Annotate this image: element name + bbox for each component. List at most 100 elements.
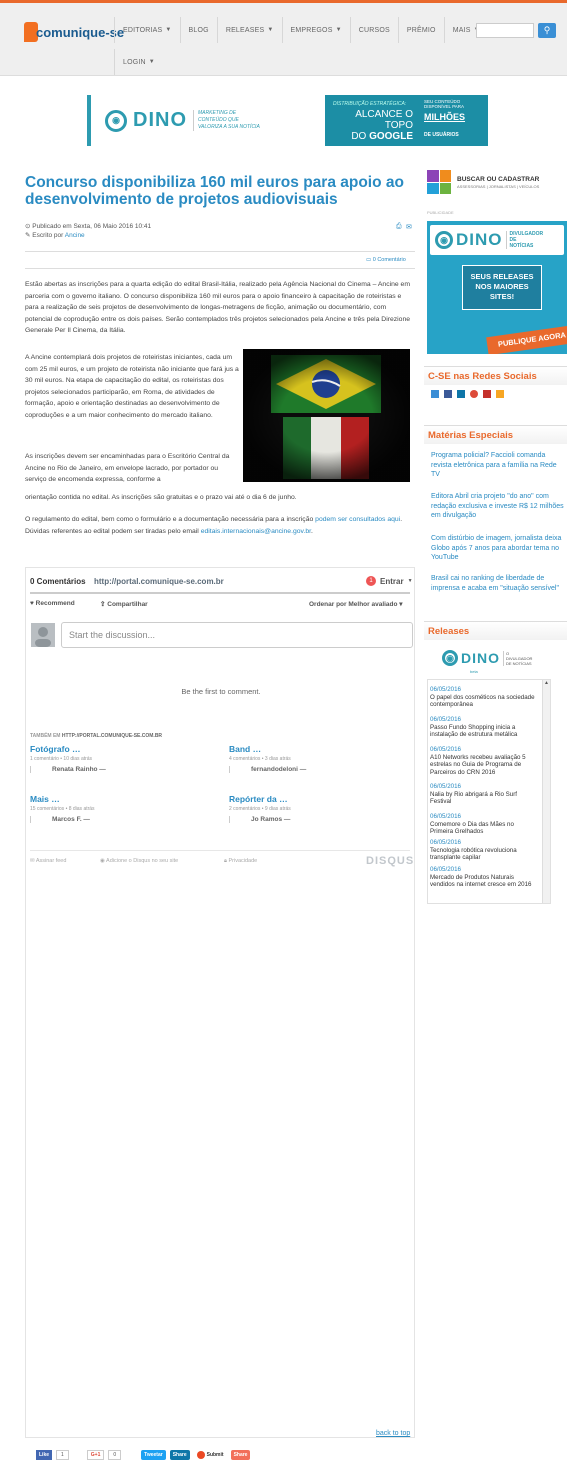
consult-link[interactable]: podem ser consultados aqui [315,516,400,523]
social-section-title: C-SE nas Redes Sociais [424,366,567,385]
divider [30,850,410,851]
share-button[interactable]: ⇪ Compartilhar [100,600,148,608]
dino-banner-ad[interactable]: ◉ DINO MARKETING DE CONTEÚDO QUE VALORIZ… [87,95,488,146]
scroll-up-icon[interactable]: ▲ [543,680,550,686]
heart-icon: ♥ [30,600,34,607]
dino-logo-icon: ◉ [105,109,127,132]
googleplus-icon[interactable] [470,390,478,398]
rss-icon[interactable] [496,390,504,398]
comments-count-link[interactable]: ▭ 0 Comentário [366,257,406,263]
email-link[interactable]: editais.internacionais@ancine.gov.br [201,528,311,535]
linkedin-icon[interactable] [457,390,465,398]
search-button[interactable]: ⚲ [538,23,556,38]
comment-input[interactable]: Start the discussion... [61,622,413,648]
envelope-icon: ✉ [30,858,35,864]
special-item[interactable]: Com distúrbio de imagem, jornalista deix… [431,534,567,563]
nav-editorias[interactable]: EDITORIAS ▼ [114,17,180,43]
tweet-button[interactable]: Tweetar [141,1450,166,1460]
banner-right-small: SEU CONTEÚDO DISPONÍVEL PARA [424,99,465,109]
beta-label: beta [470,669,478,674]
youtube-icon[interactable] [483,390,491,398]
discussion-item[interactable]: Mais … 15 comentários • 8 dias atrás Mar… [30,794,95,823]
dino-logo-icon: ◉ [442,650,458,666]
stumbleupon-icon [196,1451,205,1459]
ad-label: PUBLICIDADE [427,210,454,215]
releases-section-title: Releases [424,621,567,640]
release-item[interactable]: 06/05/2016 Mercado de Produtos Naturais v… [430,866,537,889]
ad-screen: SEUS RELEASES NOS MAIORES SITES! [462,265,542,310]
email-icon[interactable]: ✉ [406,223,412,231]
social-icons [431,390,504,398]
banner-small-text: DISTRIBUIÇÃO ESTRATÉGICA: [333,101,407,107]
author-line: ✎ Escrito por Ancine [25,232,85,239]
sort-dropdown[interactable]: Ordenar por Melhor avaliado ▾ [309,600,403,608]
top-navbar: comunique-se EDITORIAS ▼ BLOG RELEASES ▼ E… [0,0,567,76]
facebook-icon[interactable] [444,390,452,398]
nav-releases[interactable]: RELEASES ▼ [216,17,282,43]
search-register-title: BUSCAR OU CADASTRAR [457,175,540,183]
share-button[interactable]: Share [230,1450,251,1460]
releases-dino-logo[interactable]: ◉ DINO O DIVULGADOR DE NOTÍCIAS [442,650,533,666]
disqus-icon: ◉ [100,858,105,864]
nav-login[interactable]: LOGIN ▼ [114,49,163,75]
nav-blog[interactable]: BLOG [179,17,217,43]
release-item[interactable]: 06/05/2016 A10 Networks recebeu avaliação… [430,746,537,776]
search-input[interactable] [476,23,534,38]
facebook-like-button[interactable]: Like [36,1450,53,1460]
avatar [31,623,55,647]
disqus-comments: 0 Comentários http://portal.comunique-se… [25,567,415,1438]
scrollbar[interactable]: ▲ [542,680,550,903]
divider [25,251,415,252]
stumble-submit-button[interactable]: Submit [193,1450,227,1460]
search-register-widget[interactable]: BUSCAR OU CADASTRAR ASSESSORIAS | JORNAL… [427,168,567,196]
linkedin-share-button[interactable]: Share [169,1450,190,1460]
add-disqus-link[interactable]: ◉ Adicione o Disqus no seu site [100,858,178,864]
nav-row-2: LOGIN ▼ [114,47,163,77]
paragraph-3: As inscrições devem ser encaminhadas par… [25,453,230,484]
privacy-link[interactable]: 🔒︎ Privacidade [224,858,257,865]
release-item[interactable]: 06/05/2016 Passo Fundo Shopping inicia a … [430,716,537,739]
back-to-top-link[interactable]: back to top [376,1430,410,1437]
publish-now-cta[interactable]: PUBLIQUE AGORA [486,324,567,354]
release-item[interactable]: 06/05/2016 Nalia by Rio abrigará a Rio Su… [430,783,537,806]
banner-headline: ALCANCE O TOPO DO GOOGLE [351,109,413,142]
banner-brand: DINO [133,109,187,131]
special-item[interactable]: Editora Abril cria projeto "do ano" com … [431,492,567,521]
search-register-icon [427,170,451,194]
comment-count: 0 Comentários [30,577,86,586]
dino-sidebar-ad[interactable]: ◉ DINO DIVULGADOR DE NOTÍCIAS SEUS RELEA… [427,221,567,354]
discussion-item[interactable]: Fotógrafo … 1 comentário • 10 dias atrás… [30,744,106,773]
paragraph-4: O regulamento do edital, bem como o form… [25,516,403,535]
nav-cursos[interactable]: CURSOS [349,17,398,43]
divider [25,268,415,269]
banner-millions: MILHÕES [424,112,466,122]
discussion-item[interactable]: Band … 4 comentários • 3 dias atrás fern… [229,744,306,773]
disqus-logo[interactable]: DISQUS [366,855,414,867]
nav-premio[interactable]: PRÊMIO [397,17,444,43]
paragraph-3-end: orientação contida no edital. As inscriç… [25,494,297,501]
release-item[interactable]: 06/05/2016 Comemore o Dia das Mães no Pri… [430,813,537,836]
disqus-site[interactable]: http://portal.comunique-se.com.br [94,577,224,586]
magnifier-icon: ⚲ [543,25,551,35]
share-icon: ⇪ [100,601,106,608]
site-logo[interactable]: comunique-se [24,17,124,47]
author-link[interactable]: Ancine [65,232,85,239]
discussion-item[interactable]: Repórter da … 2 comentários • 9 dias atr… [229,794,291,823]
lock-icon: 🔒︎ [224,858,227,864]
twitter-icon[interactable] [431,390,439,398]
release-item[interactable]: 06/05/2016 O papel dos cosméticos na soci… [430,686,537,709]
recommend-button[interactable]: ♥ Recommend [30,600,75,607]
release-item[interactable]: 06/05/2016 Tecnologia robótica revolucion… [430,839,537,862]
dino-logo-icon: ◉ [435,231,453,249]
print-icon[interactable]: ⎙ [396,223,402,231]
article-title: Concurso disponibiliza 160 mil euros par… [25,174,404,208]
logo-text: comunique-se [36,24,125,40]
brazil-italy-flags-image [243,349,410,482]
nav-empregos[interactable]: EMPREGOS ▼ [281,17,350,43]
login-menu[interactable]: 1 Entrar ▼ [366,576,413,586]
special-item[interactable]: Brasil cai no ranking de liberdade de im… [431,574,567,593]
special-item[interactable]: Programa policial? Faccioli comanda revi… [431,451,567,480]
gplus-button[interactable]: G+1 [86,1450,105,1460]
main-nav: EDITORIAS ▼ BLOG RELEASES ▼ EMPREGOS ▼ CURS… [114,15,488,45]
subscribe-link[interactable]: ✉ Assinar feed [30,858,66,864]
